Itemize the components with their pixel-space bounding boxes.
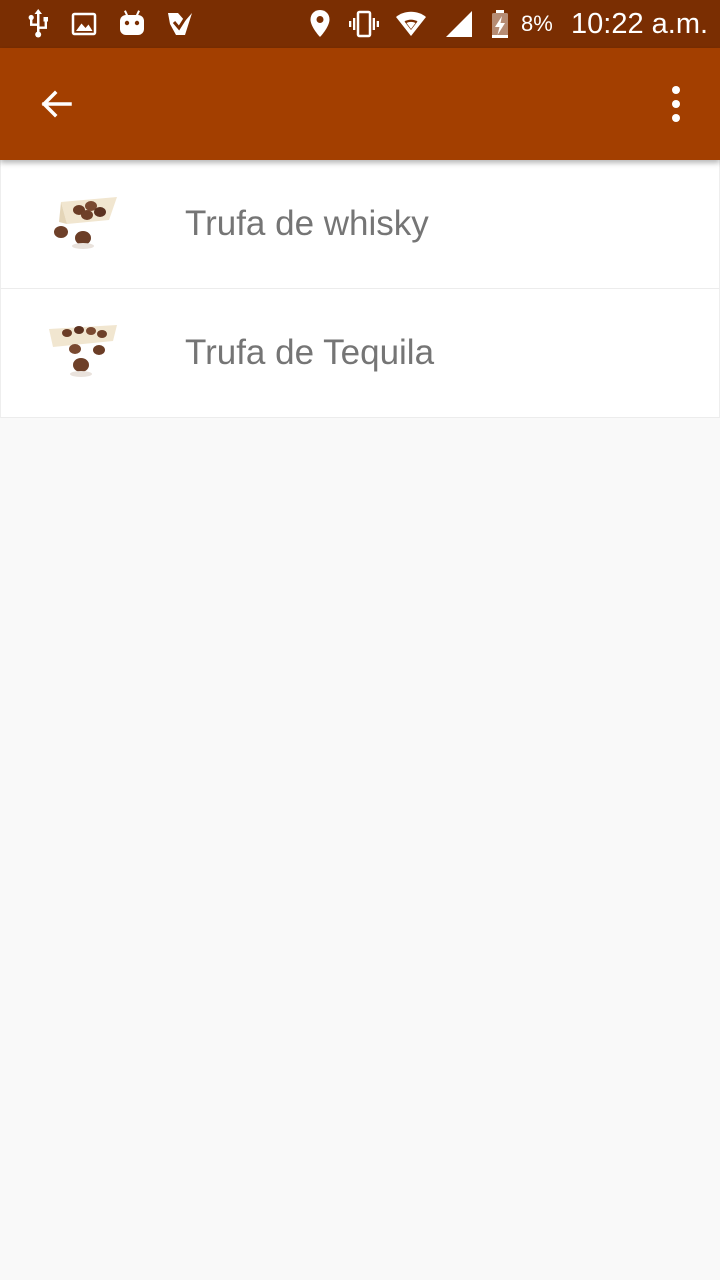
arrow-back-icon — [41, 90, 72, 118]
list-item-label: Trufa de whisky — [185, 204, 429, 243]
battery-percentage: 8% — [521, 11, 553, 36]
list-item[interactable]: Trufa de Tequila — [0, 289, 720, 418]
truffles-plate-image — [47, 319, 119, 383]
more-vert-icon — [672, 86, 680, 122]
signal-icon — [446, 11, 472, 37]
wifi-icon — [396, 11, 426, 36]
app-bar — [0, 48, 720, 160]
location-icon — [310, 10, 330, 37]
battery-charging-icon — [492, 10, 508, 38]
list-item-label: Trufa de Tequila — [185, 333, 435, 372]
status-bar: 8% 10:22 a.m. — [0, 0, 720, 48]
image-icon — [71, 12, 97, 36]
list-item[interactable]: Trufa de whisky — [0, 160, 720, 289]
checkmark-app-icon — [168, 13, 192, 35]
overflow-menu-button[interactable] — [652, 72, 700, 136]
truffles-plate-image — [47, 190, 119, 254]
back-button[interactable] — [24, 72, 88, 136]
recipe-list: Trufa de whisky Trufa de Tequila — [0, 160, 720, 418]
vibrate-icon — [349, 10, 379, 38]
status-clock: 10:22 a.m. — [571, 8, 709, 40]
android-icon — [120, 10, 144, 35]
usb-icon — [28, 9, 48, 38]
